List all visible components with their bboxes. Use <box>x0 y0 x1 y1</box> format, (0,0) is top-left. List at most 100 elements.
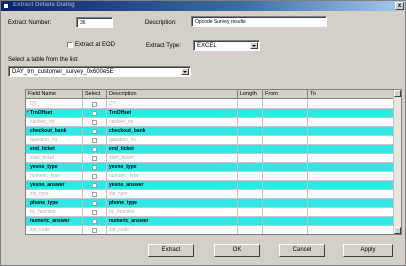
select-cell[interactable] <box>83 118 107 127</box>
table-row[interactable]: phone_type phone_type <box>26 199 394 208</box>
row-select-checkbox[interactable] <box>92 228 97 233</box>
description-cell[interactable]: numeric_type <box>107 172 238 181</box>
cancel-button[interactable]: Cancel <box>279 244 325 257</box>
row-select-checkbox[interactable] <box>92 183 97 188</box>
to-cell[interactable] <box>308 163 394 172</box>
len-cell[interactable] <box>238 127 263 136</box>
to-cell[interactable] <box>308 118 394 127</box>
len-cell[interactable] <box>238 217 263 226</box>
len-cell[interactable] <box>238 109 263 118</box>
description-cell[interactable]: checkout_bank <box>107 127 238 136</box>
len-cell[interactable] <box>238 136 263 145</box>
to-cell[interactable] <box>308 199 394 208</box>
table-row[interactable]: by_function by_function <box>26 208 394 217</box>
row-select-checkbox[interactable] <box>92 192 97 197</box>
column-header-field-name[interactable]: Field Name <box>26 90 83 99</box>
description-cell[interactable]: phone_type <box>107 199 238 208</box>
from-cell[interactable] <box>263 181 308 190</box>
row-select-checkbox[interactable] <box>92 120 97 125</box>
field-name-cell[interactable]: by_function <box>26 208 83 217</box>
scroll-down-button[interactable] <box>394 227 401 234</box>
select-cell[interactable] <box>83 199 107 208</box>
to-cell[interactable] <box>308 190 394 199</box>
table-row[interactable]: yesno_answer yesno_answer <box>26 181 394 190</box>
select-cell[interactable] <box>83 109 107 118</box>
row-select-checkbox[interactable] <box>92 156 97 161</box>
to-cell[interactable] <box>308 136 394 145</box>
chevron-down-icon[interactable] <box>250 42 258 49</box>
vertical-scrollbar[interactable] <box>393 90 401 234</box>
row-select-checkbox[interactable] <box>92 111 97 116</box>
apply-button[interactable]: Apply <box>343 244 393 257</box>
table-row[interactable]: numeric_type numeric_type <box>26 172 394 181</box>
column-header-select[interactable]: Select <box>83 90 107 99</box>
len-cell[interactable] <box>238 181 263 190</box>
row-select-checkbox[interactable] <box>92 201 97 206</box>
to-cell[interactable] <box>308 208 394 217</box>
from-cell[interactable] <box>263 199 308 208</box>
row-select-checkbox[interactable] <box>92 147 97 152</box>
to-cell[interactable] <box>308 127 394 136</box>
field-name-cell[interactable]: end_ticket <box>26 145 83 154</box>
select-cell[interactable] <box>83 100 107 109</box>
description-cell[interactable]: cashier_no <box>107 118 238 127</box>
field-name-cell[interactable]: cashier_no <box>26 118 83 127</box>
column-header-description[interactable]: Description <box>107 90 238 99</box>
select-cell[interactable] <box>83 136 107 145</box>
to-cell[interactable] <box>308 181 394 190</box>
row-select-checkbox[interactable] <box>92 174 97 179</box>
description-cell[interactable]: zip_type <box>107 190 238 199</box>
select-cell[interactable] <box>83 127 107 136</box>
row-select-checkbox[interactable] <box>92 102 97 107</box>
extract-at-eod-checkbox[interactable] <box>67 42 73 48</box>
table-row[interactable]: yesno_type yesno_type <box>26 163 394 172</box>
table-row[interactable]: zip_type zip_type <box>26 190 394 199</box>
select-cell[interactable] <box>83 181 107 190</box>
field-name-cell[interactable]: question_no <box>26 136 83 145</box>
from-cell[interactable] <box>263 163 308 172</box>
from-cell[interactable] <box>263 208 308 217</box>
description-field[interactable]: Opcode Survey results <box>191 16 327 27</box>
table-select[interactable]: DAY_trn_customer_survey_0x600e5E <box>8 66 191 77</box>
len-cell[interactable] <box>238 118 263 127</box>
to-cell[interactable] <box>308 217 394 226</box>
extract-button[interactable]: Extract <box>148 244 194 257</box>
from-cell[interactable] <box>263 190 308 199</box>
to-cell[interactable] <box>308 154 394 163</box>
table-row[interactable]: end_ticket end_ticket <box>26 145 394 154</box>
select-cell[interactable] <box>83 217 107 226</box>
select-cell[interactable] <box>83 226 107 234</box>
field-name-cell[interactable]: checkout_bank <box>26 127 83 136</box>
ok-button[interactable]: OK <box>214 244 260 257</box>
len-cell[interactable] <box>238 208 263 217</box>
from-cell[interactable] <box>263 172 308 181</box>
select-cell[interactable] <box>83 172 107 181</box>
table-row[interactable]: question_no question_no <box>26 136 394 145</box>
field-name-cell[interactable]: phone_type <box>26 199 83 208</box>
column-header-to[interactable]: To <box>308 90 394 99</box>
len-cell[interactable] <box>238 199 263 208</box>
column-header-length[interactable]: Length <box>238 90 263 99</box>
field-name-cell[interactable]: zip_code <box>26 226 83 234</box>
len-cell[interactable] <box>238 145 263 154</box>
from-cell[interactable] <box>263 154 308 163</box>
len-cell[interactable] <box>238 100 263 109</box>
extract-number-field[interactable]: 36 <box>76 17 113 28</box>
table-row[interactable]: checkout_bank checkout_bank <box>26 127 394 136</box>
scroll-up-button[interactable] <box>394 90 401 97</box>
from-cell[interactable] <box>263 136 308 145</box>
table-row[interactable]: ✓ TrnOffset TrnOffset <box>26 109 394 118</box>
field-name-cell[interactable]: start_ticket <box>26 154 83 163</box>
from-cell[interactable] <box>263 217 308 226</box>
column-header-from[interactable]: From <box>263 90 308 99</box>
field-name-cell[interactable]: zip_type <box>26 190 83 199</box>
select-cell[interactable] <box>83 190 107 199</box>
description-cell[interactable]: zip_code <box>107 226 238 234</box>
to-cell[interactable] <box>308 172 394 181</box>
table-row[interactable]: start_ticket start_ticket <box>26 154 394 163</box>
from-cell[interactable] <box>263 118 308 127</box>
to-cell[interactable] <box>308 226 394 234</box>
row-select-checkbox[interactable] <box>92 219 97 224</box>
table-row[interactable]: zip_code zip_code <box>26 226 394 234</box>
field-name-cell[interactable]: yesno_type <box>26 163 83 172</box>
